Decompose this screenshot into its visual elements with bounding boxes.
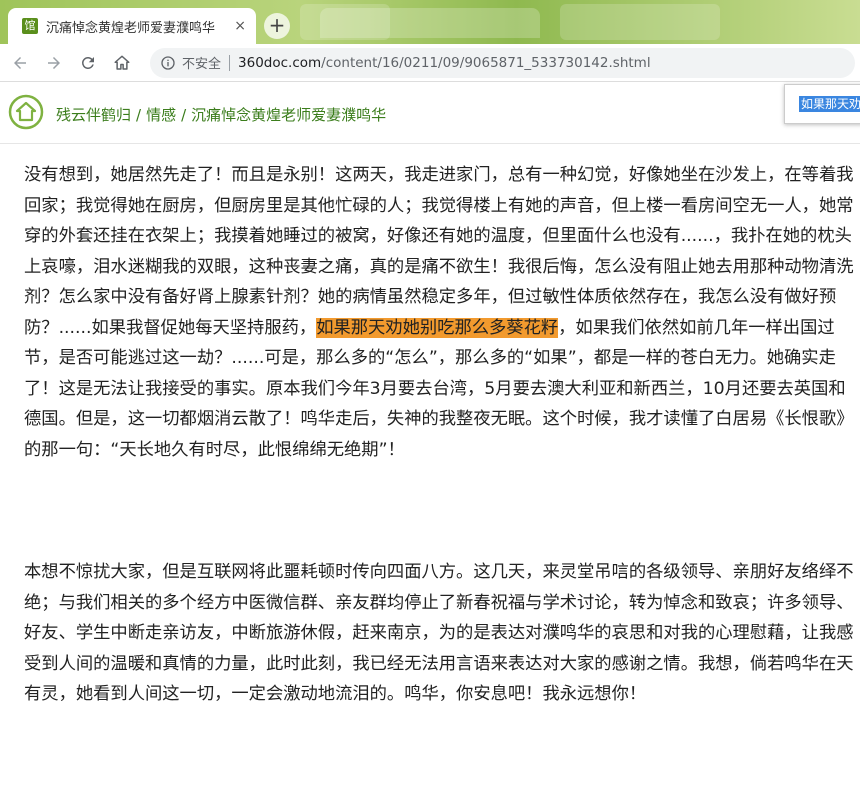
new-tab-button[interactable]: + xyxy=(264,13,290,39)
back-button[interactable] xyxy=(6,49,34,77)
selected-text-preview: 如果那天劝她 xyxy=(799,96,860,112)
selection-popup[interactable]: 如果那天劝她 xyxy=(784,84,860,124)
article-paragraph: 没有想到，她居然先走了！而且是永别！这两天，我走进家门，总有一种幻觉，好像她坐在… xyxy=(24,160,860,465)
reload-button[interactable] xyxy=(74,49,102,77)
back-arrow-icon xyxy=(14,56,26,69)
tab-strip: 馆 沉痛悼念黄煌老师爱妻濮鸣华 × + xyxy=(0,0,860,44)
forward-arrow-icon xyxy=(48,56,60,69)
site-favicon-icon: 馆 xyxy=(22,18,38,34)
background-tab[interactable] xyxy=(320,8,540,38)
url-host: 360doc.com xyxy=(238,54,322,71)
tab-strip-decoration xyxy=(560,4,720,40)
article-paragraph: 本想不惊扰大家，但是互联网将此噩耗顿时传向四面八方。这几天，来灵堂吊唁的各级领导… xyxy=(24,562,854,704)
home-button[interactable] xyxy=(108,49,136,77)
highlighted-selection[interactable]: 如果那天劝她别吃那么多葵花籽 xyxy=(316,317,559,338)
omnibox-divider xyxy=(229,54,231,71)
page-header: 残云伴鹤归 / 情感 / 沉痛悼念黄煌老师爱妻濮鸣华 xyxy=(0,82,860,144)
breadcrumb-separator: / xyxy=(136,106,142,124)
tab-close-icon[interactable]: × xyxy=(234,18,246,34)
home-icon xyxy=(114,55,130,70)
tab-title: 沉痛悼念黄煌老师爱妻濮鸣华 xyxy=(46,20,216,36)
url-text[interactable]: 360doc.com/content/16/0211/09/9065871_53… xyxy=(238,55,651,71)
security-status[interactable]: 不安全 xyxy=(182,53,221,72)
article-body: 没有想到，她居然先走了！而且是永别！这两天，我走进家门，总有一种幻觉，好像她坐在… xyxy=(24,160,860,710)
site-home-icon[interactable] xyxy=(8,94,44,130)
paragraph-text: 没有想到，她居然先走了！而且是永别！这两天，我走进家门，总有一种幻觉，好像她坐在… xyxy=(24,165,854,338)
reload-icon xyxy=(81,56,94,69)
breadcrumb: 残云伴鹤归 / 情感 / 沉痛悼念黄煌老师爱妻濮鸣华 xyxy=(56,104,386,125)
active-tab[interactable]: 馆 沉痛悼念黄煌老师爱妻濮鸣华 × xyxy=(8,8,256,44)
url-path: /content/16/0211/09/9065871_533730142.sh… xyxy=(321,54,651,71)
breadcrumb-link[interactable]: 残云伴鹤归 xyxy=(56,106,131,124)
address-bar[interactable]: 不安全 360doc.com/content/16/0211/09/906587… xyxy=(150,47,855,78)
breadcrumb-separator: / xyxy=(181,106,187,124)
forward-button[interactable] xyxy=(40,49,68,77)
breadcrumb-link[interactable]: 情感 xyxy=(146,106,176,124)
info-icon[interactable] xyxy=(160,55,176,71)
browser-toolbar: 不安全 360doc.com/content/16/0211/09/906587… xyxy=(0,44,860,82)
breadcrumb-current: 沉痛悼念黄煌老师爱妻濮鸣华 xyxy=(191,106,387,124)
paragraph-text: ，如果我们依然如前几年一样出国过节，是否可能逃过这一劫？......可是，那么多… xyxy=(24,317,854,460)
